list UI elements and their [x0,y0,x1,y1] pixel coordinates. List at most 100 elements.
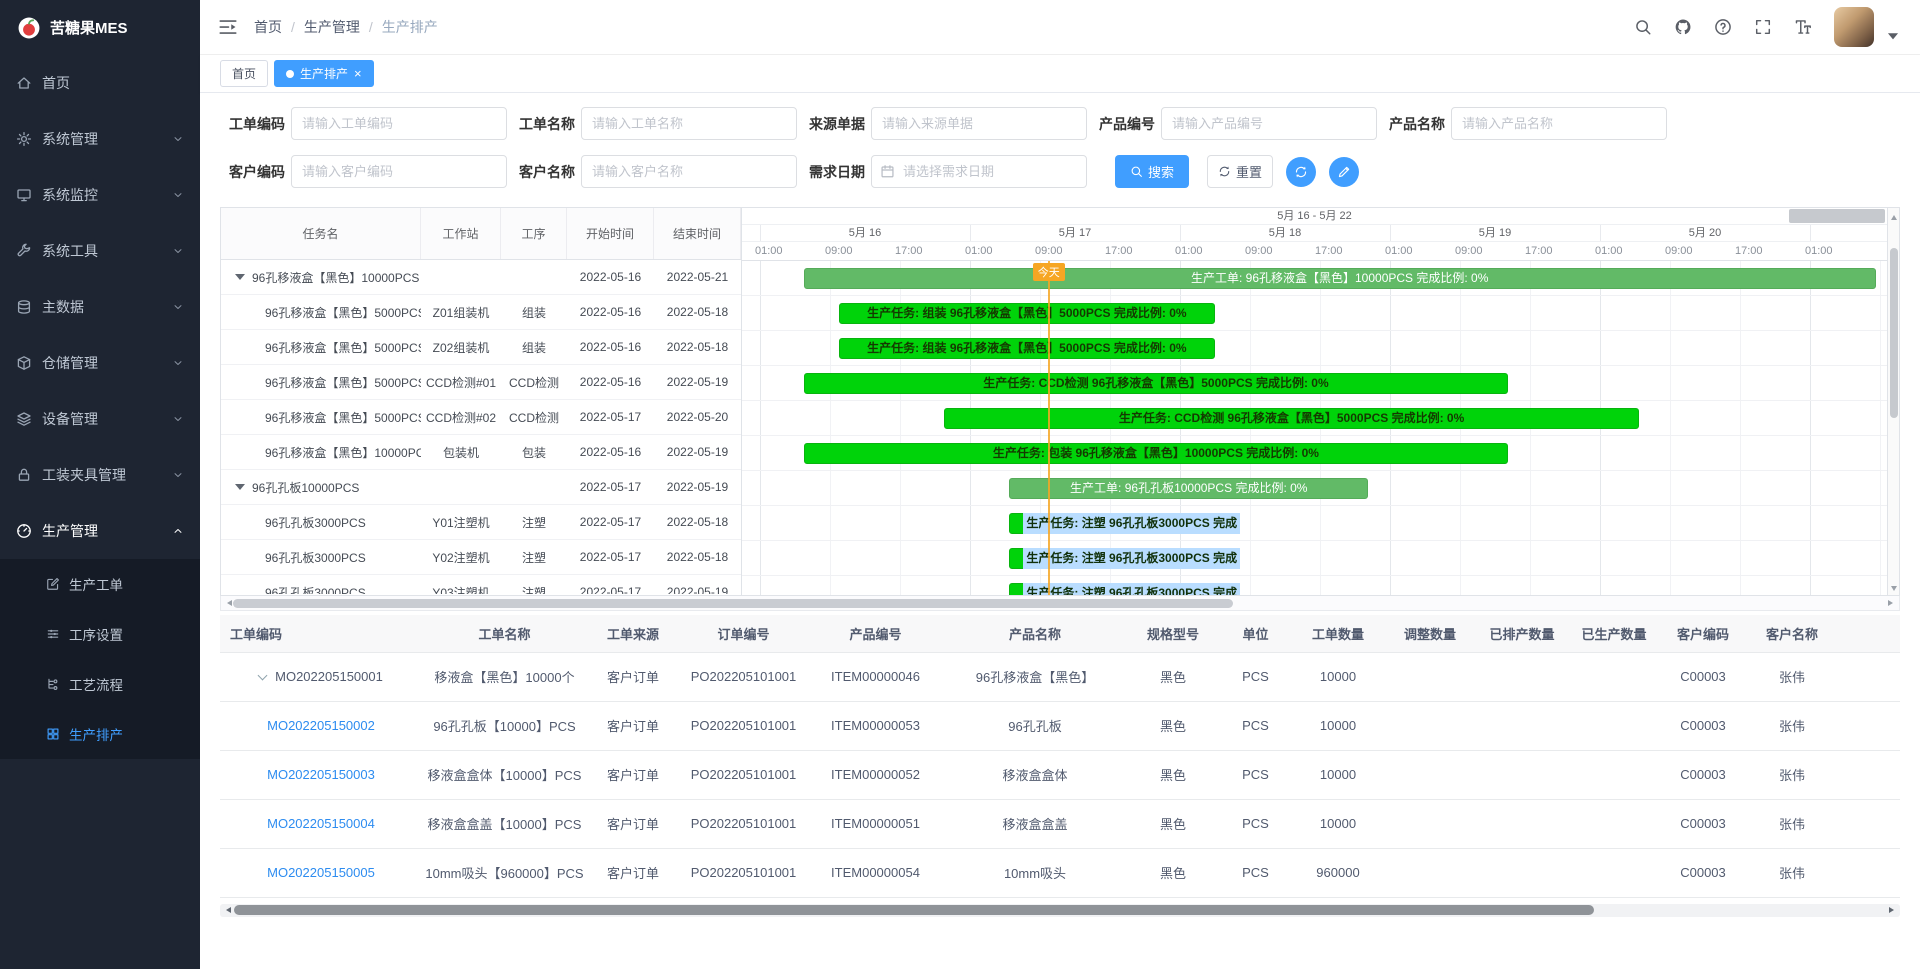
product-name-input[interactable] [1451,107,1667,140]
table-hscroll-thumb[interactable] [234,905,1594,915]
workorder-code-input[interactable] [291,107,507,140]
workorder-code-link[interactable]: MO202205150004 [267,816,375,831]
gantt-vscroll-thumb[interactable] [1890,248,1898,418]
hamburger-icon[interactable] [218,17,238,37]
sidebar-item-master-data[interactable]: 主数据 [0,279,200,335]
cell-workorder-code[interactable]: MO202205150005 [220,848,422,897]
workorder-code-link[interactable]: MO202205150003 [267,767,375,782]
fullscreen-icon[interactable] [1754,18,1772,36]
sidebar-item-label: 系统监控 [42,185,162,205]
gantt-bar-order[interactable]: 生产工单: 96孔孔板10000PCS 完成比例: 0% [1009,478,1368,499]
search-icon[interactable] [1634,18,1652,36]
gantt-grid-row[interactable]: 96孔移液盒【黑色】5000PCSZ02组装机组装2022-05-162022-… [221,330,741,365]
product-code-input[interactable] [1161,107,1377,140]
cell-spec: 黑色 [1127,799,1219,848]
edit-button[interactable] [1329,157,1359,187]
github-icon[interactable] [1674,18,1692,36]
gantt-grid-row[interactable]: 96孔孔板3000PCSY03注塑机注塑2022-05-172022-05-19 [221,575,741,594]
refresh-button[interactable] [1286,157,1316,187]
gantt-grid-row[interactable]: 96孔孔板10000PCS2022-05-172022-05-19 [221,470,741,505]
source-doc-input[interactable] [871,107,1087,140]
gantt-bar-task[interactable]: 生产任务: 注塑 96孔孔板3000PCS 完成 [1009,513,1145,534]
gantt-grid-row[interactable]: 96孔孔板3000PCSY01注塑机注塑2022-05-172022-05-18 [221,505,741,540]
gantt-grid-row[interactable]: 96孔移液盒【黑色】5000PCSCCD检测#02CCD检测2022-05-17… [221,400,741,435]
gantt-end: 2022-05-21 [654,260,741,294]
gantt-bar-task[interactable]: 生产任务: 注塑 96孔孔板3000PCS 完成 [1009,583,1215,595]
sidebar-subitem-label: 工序设置 [69,624,123,644]
avatar[interactable] [1834,7,1874,47]
caret-down-icon[interactable] [1884,27,1902,45]
sidebar-item-production-scheduling[interactable]: 生产排产 [0,709,200,759]
breadcrumb-item[interactable]: 首页 [254,17,282,37]
customer-name-input[interactable] [581,155,797,188]
sidebar-item-production-workorder[interactable]: 生产工单 [0,559,200,609]
scroll-right-arrow-icon[interactable] [1888,600,1896,606]
collapse-triangle-icon[interactable] [235,484,245,490]
customer-code-input[interactable] [291,155,507,188]
workorder-code-link[interactable]: MO202205150002 [267,718,375,733]
gantt-vertical-scrollbar[interactable] [1887,208,1899,595]
hour-label: 01:00 [1595,242,1623,260]
sidebar-item-process-settings[interactable]: 工序设置 [0,609,200,659]
gantt-timeline: 5月 16 - 5月 22 5月 165月 175月 185月 195月 20 … [741,208,1887,595]
workorder-name-input[interactable] [581,107,797,140]
sidebar-item-system-tools[interactable]: 系统工具 [0,223,200,279]
scroll-down-arrow-icon[interactable] [1888,581,1899,595]
gantt-task-name: 96孔移液盒【黑色】5000PCS [221,330,421,364]
help-icon[interactable] [1714,18,1732,36]
demand-date-input[interactable] [871,155,1087,188]
gantt-bar-task[interactable]: 生产任务: 注塑 96孔孔板3000PCS 完成 [1009,548,1145,569]
cell-workorder-code[interactable]: MO202205150002 [220,701,422,750]
scroll-left-arrow-icon[interactable] [224,600,232,606]
sidebar-item-system-monitor[interactable]: 系统监控 [0,167,200,223]
breadcrumb-item[interactable]: 生产管理 [304,17,360,37]
chevron-down-icon [172,301,184,313]
gantt-process: CCD检测 [501,400,567,434]
workorder-code-link[interactable]: MO202205150005 [267,865,375,880]
cell-product-code: ITEM00000053 [808,701,943,750]
cell-order-no: PO202205101001 [679,848,808,897]
cell-customer-name: 张伟 [1746,701,1838,750]
close-icon[interactable]: × [354,67,362,80]
gantt-bar-task[interactable]: 生产任务: 包装 96孔移液盒【黑色】10000PCS 完成比例: 0% [804,443,1508,464]
gantt-grid-row[interactable]: 96孔孔板3000PCSY02注塑机注塑2022-05-172022-05-18 [221,540,741,575]
cell-workorder-code[interactable]: MO202205150004 [220,799,422,848]
search-button[interactable]: 搜索 [1115,155,1189,188]
gantt-horizontal-scrollbar[interactable] [220,596,1900,611]
day-boundary [970,225,971,241]
gantt-bar-order[interactable]: 生产工单: 96孔移液盒【黑色】10000PCS 完成比例: 0% [804,268,1876,289]
gantt-bar-task[interactable]: 生产任务: CCD检测 96孔移液盒【黑色】5000PCS 完成比例: 0% [804,373,1508,394]
table-horizontal-scrollbar[interactable] [220,904,1900,917]
table-scroll-left-arrow-icon[interactable] [223,907,231,913]
day-label: 5月 19 [1479,225,1511,242]
sidebar-item-warehouse-management[interactable]: 仓储管理 [0,335,200,391]
expand-chevron-icon[interactable] [258,671,268,681]
workorder-code-label: 工单编码 [229,114,291,134]
breadcrumb-item[interactable]: 生产排产 [382,17,438,37]
gantt-hscroll-thumb[interactable] [233,599,1233,608]
gantt-bar-task[interactable]: 生产任务: 组装 96孔移液盒【黑色】5000PCS 完成比例: 0% [839,338,1215,359]
collapse-triangle-icon[interactable] [235,274,245,280]
orders-col-adjust-qty: 调整数量 [1384,615,1476,652]
gantt-bar-task[interactable]: 生产任务: 组装 96孔移液盒【黑色】5000PCS 完成比例: 0% [839,303,1215,324]
gantt-grid-row[interactable]: 96孔移液盒【黑色】10000PCS2022-05-162022-05-21 [221,260,741,295]
sidebar-item-home[interactable]: 首页 [0,55,200,111]
sidebar-item-system-management[interactable]: 系统管理 [0,111,200,167]
cell-workorder-code[interactable]: MO202205150003 [220,750,422,799]
gantt-grid-row[interactable]: 96孔移液盒【黑色】5000PCSCCD检测#01CCD检测2022-05-16… [221,365,741,400]
sidebar-item-production-management[interactable]: 生产管理 [0,503,200,559]
tab-production-scheduling[interactable]: 生产排产× [274,60,374,87]
sidebar-item-fixture-management[interactable]: 工装夹具管理 [0,447,200,503]
gantt-grid-row[interactable]: 96孔移液盒【黑色】5000PCSZ01组装机组装2022-05-162022-… [221,295,741,330]
scroll-up-arrow-icon[interactable] [1888,208,1899,222]
gantt-grid-row[interactable]: 96孔移液盒【黑色】10000PCS包装机包装2022-05-162022-05… [221,435,741,470]
font-size-icon[interactable] [1794,18,1812,36]
main-area: 首页/生产管理/生产排产 首页生产排产× 工单编码工单名称来源单据产品编号产品名… [200,0,1920,969]
gantt-start: 2022-05-17 [567,505,654,539]
tab-home[interactable]: 首页 [220,60,268,87]
timeline-overflow-indicator [1789,209,1885,223]
reset-button[interactable]: 重置 [1207,155,1273,188]
table-scroll-right-arrow-icon[interactable] [1889,907,1897,913]
sidebar-item-equipment-management[interactable]: 设备管理 [0,391,200,447]
sidebar-item-process-flow[interactable]: 工艺流程 [0,659,200,709]
